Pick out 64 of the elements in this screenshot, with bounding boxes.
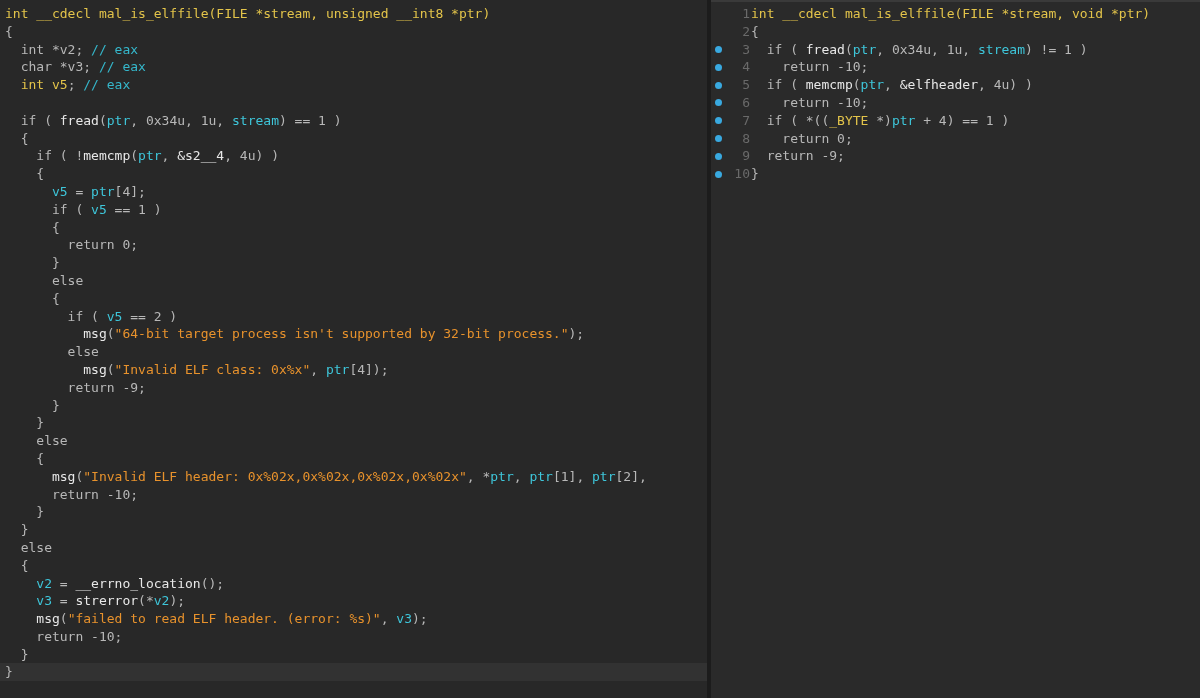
line-number: 3: [741, 40, 751, 59]
breakpoint-dot-icon[interactable]: [714, 134, 722, 142]
breakpoint-dot-icon[interactable]: [714, 46, 722, 53]
code-line: {: [19, 129, 30, 148]
code-line: char *v3; // eax: [19, 58, 147, 77]
code-line: return -9;: [66, 378, 147, 397]
code-line: int __cdecl mal_is_elffile(FILE *stream, unsigned __int8 *ptr): [4, 5, 492, 23]
code-line: v5 = ptr[4];: [50, 182, 147, 201]
code-line: }: [35, 414, 46, 433]
breakpoint-dot-icon[interactable]: [714, 63, 722, 71]
line-number: 5: [741, 76, 751, 94]
code-line: return -10;: [781, 94, 870, 112]
code-line: return 0;: [781, 129, 854, 148]
code-line: msg("Invalid ELF class: 0x%x", ptr[4]);: [82, 360, 390, 379]
code-line: {: [35, 449, 46, 468]
code-line: if ( v5 == 2 ): [66, 307, 179, 326]
code-line: v2 = __errno_location();: [35, 574, 226, 593]
code-line: else: [66, 343, 100, 361]
line-number: 10: [733, 165, 751, 183]
line-number: 4: [741, 58, 751, 77]
code-line: msg("failed to read ELF header. (error: %s)", v3);: [35, 610, 429, 628]
code-line: if ( *((_BYTE *)ptr + 4) == 1 ): [765, 111, 1011, 130]
code-line: return 0;: [66, 236, 140, 255]
breakpoint-dot-icon[interactable]: [714, 81, 722, 89]
code-line: {: [50, 218, 61, 237]
code-line: msg("64-bit target process isn't supported by 32-bit process.");: [82, 325, 586, 344]
code-line: {: [19, 556, 30, 575]
code-line: }: [19, 521, 30, 539]
breakpoint-dot-icon[interactable]: [714, 99, 722, 107]
code-line: v3 = strerror(*v2);: [35, 592, 187, 611]
code-line: if ( fread(ptr, 0x34u, 1u, stream) != 1 ): [765, 40, 1089, 59]
line-number: 7: [741, 111, 751, 130]
code-line: if ( memcmp(ptr, &elfheader, 4u) ): [765, 76, 1034, 94]
line-number: 9: [741, 147, 751, 166]
code-line: else: [50, 271, 85, 290]
code-line: {: [4, 22, 14, 41]
code-line: int __cdecl mal_is_elffile(FILE *stream, void *ptr): [751, 5, 1152, 23]
code-line: return -9;: [765, 147, 846, 166]
code-line: int *v2; // eax: [19, 40, 140, 59]
code-line: }: [19, 645, 30, 664]
code-line: else: [35, 432, 69, 450]
code-line: int v5; // eax: [19, 76, 132, 94]
breakpoint-dot-icon[interactable]: [714, 117, 722, 125]
code-line: {: [35, 165, 46, 183]
line-number: 2: [741, 22, 751, 41]
code-line: }: [50, 396, 61, 415]
breakpoint-dot-icon[interactable]: [714, 152, 722, 160]
code-line: if ( v5 == 1 ): [50, 200, 163, 219]
code-line: }: [751, 165, 760, 183]
code-line: msg("Invalid ELF header: 0x%02x,0x%02x,0x%02x,0x%02x", *ptr, ptr[1], ptr[2],: [50, 467, 648, 486]
line-number: 6: [741, 94, 751, 112]
code-line: else: [19, 538, 53, 557]
code-line: if ( !memcmp(ptr, &s2__4, 4u) ): [35, 147, 280, 166]
code-line: }: [35, 503, 46, 522]
code-line: {: [50, 289, 61, 308]
code-line: return -10;: [35, 627, 124, 646]
code-line: {: [751, 22, 760, 41]
line-number: 1: [741, 5, 751, 23]
code-line: }: [50, 254, 61, 272]
line-number: 8: [741, 129, 751, 148]
breakpoint-dot-icon[interactable]: [714, 170, 722, 178]
code-line: return -10;: [50, 485, 140, 504]
code-line: return -10;: [781, 58, 870, 77]
code-line: if ( fread(ptr, 0x34u, 1u, stream) == 1 ): [19, 111, 343, 130]
